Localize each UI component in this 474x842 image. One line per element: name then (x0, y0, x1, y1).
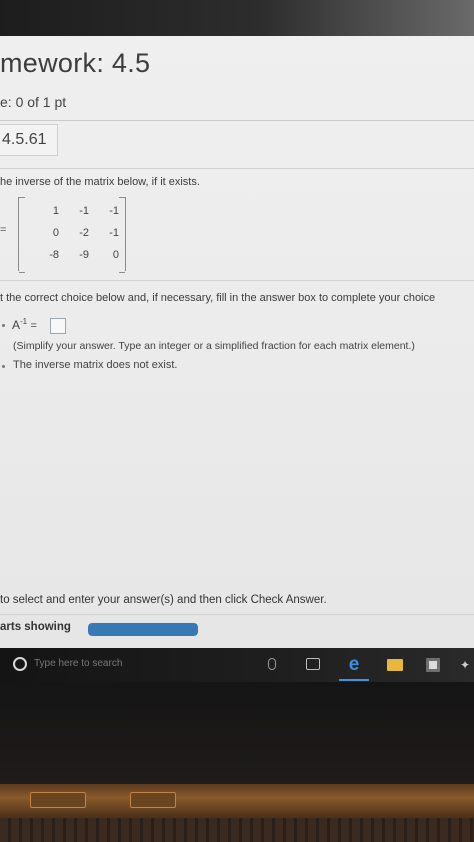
matrix-row: 1 -1 -1 (29, 205, 119, 217)
equals-sign: = (30, 320, 37, 332)
choice-a-radio[interactable] (2, 324, 5, 327)
active-app-indicator (339, 679, 369, 681)
matrix-cell: -1 (109, 205, 119, 217)
divider (0, 168, 474, 169)
matrix-cell: 0 (112, 249, 119, 261)
page-title: mework: 4.5 (0, 48, 151, 78)
answer-input-box[interactable] (50, 318, 66, 334)
top-dark-strip (0, 0, 474, 36)
matrix-cell: 1 (52, 205, 59, 217)
choice-b-label[interactable]: The inverse matrix does not exist. (13, 359, 177, 371)
matrix-cell: -9 (79, 249, 89, 261)
divider (0, 280, 474, 281)
divider (0, 614, 474, 615)
matrix-cell: -1 (79, 205, 89, 217)
matrix: 1 -1 -1 0 -2 -1 -8 -9 0 (18, 197, 126, 273)
microphone-icon[interactable] (268, 658, 276, 670)
matrix-lhs: = (0, 224, 7, 236)
homework-screen: mework: 4.5 e: 0 of 1 pt 4.5.61 he inver… (0, 36, 474, 648)
score-text: e: 0 of 1 pt (0, 94, 67, 110)
parts-progress-bar (88, 623, 198, 636)
edge-browser-icon[interactable]: e (344, 655, 364, 675)
taskbar-search-input[interactable]: Type here to search (34, 658, 122, 669)
simplify-hint: (Simplify your answer. Type an integer o… (13, 340, 415, 352)
hinge-segment (30, 792, 86, 808)
keyboard-edge (0, 818, 474, 842)
matrix-cell: 0 (52, 227, 59, 239)
matrix-cell: -1 (109, 227, 119, 239)
choice-b-radio[interactable] (2, 365, 5, 368)
windows-taskbar: Type here to search e ✦ (0, 648, 474, 682)
parts-showing-label: arts showing (0, 621, 71, 633)
extra-app-icon[interactable]: ✦ (460, 655, 470, 675)
select-choice-text: t the correct choice below and, if neces… (0, 292, 436, 304)
store-icon[interactable] (426, 658, 440, 672)
question-number: 4.5.61 (0, 124, 58, 156)
inverse-superscript: -1 (20, 317, 28, 326)
laptop-bezel (0, 682, 474, 842)
parts-progress-fill (88, 623, 198, 636)
matrix-cell: -2 (79, 227, 89, 239)
matrix-cell: -8 (49, 249, 59, 261)
matrix-row: -8 -9 0 (29, 249, 119, 261)
question-instruction: he inverse of the matrix below, if it ex… (0, 176, 200, 188)
choice-a-label: A-1 = (12, 317, 37, 332)
matrix-a-symbol: A (12, 318, 21, 332)
hinge-segment (130, 792, 176, 808)
divider (0, 120, 474, 121)
folder-icon[interactable] (387, 659, 403, 671)
task-view-icon[interactable] (306, 658, 320, 670)
footer-instruction: to select and enter your answer(s) and t… (0, 594, 327, 606)
matrix-row: 0 -2 -1 (29, 227, 119, 239)
laptop-hinge (0, 784, 474, 818)
search-circle-icon[interactable] (13, 657, 27, 671)
